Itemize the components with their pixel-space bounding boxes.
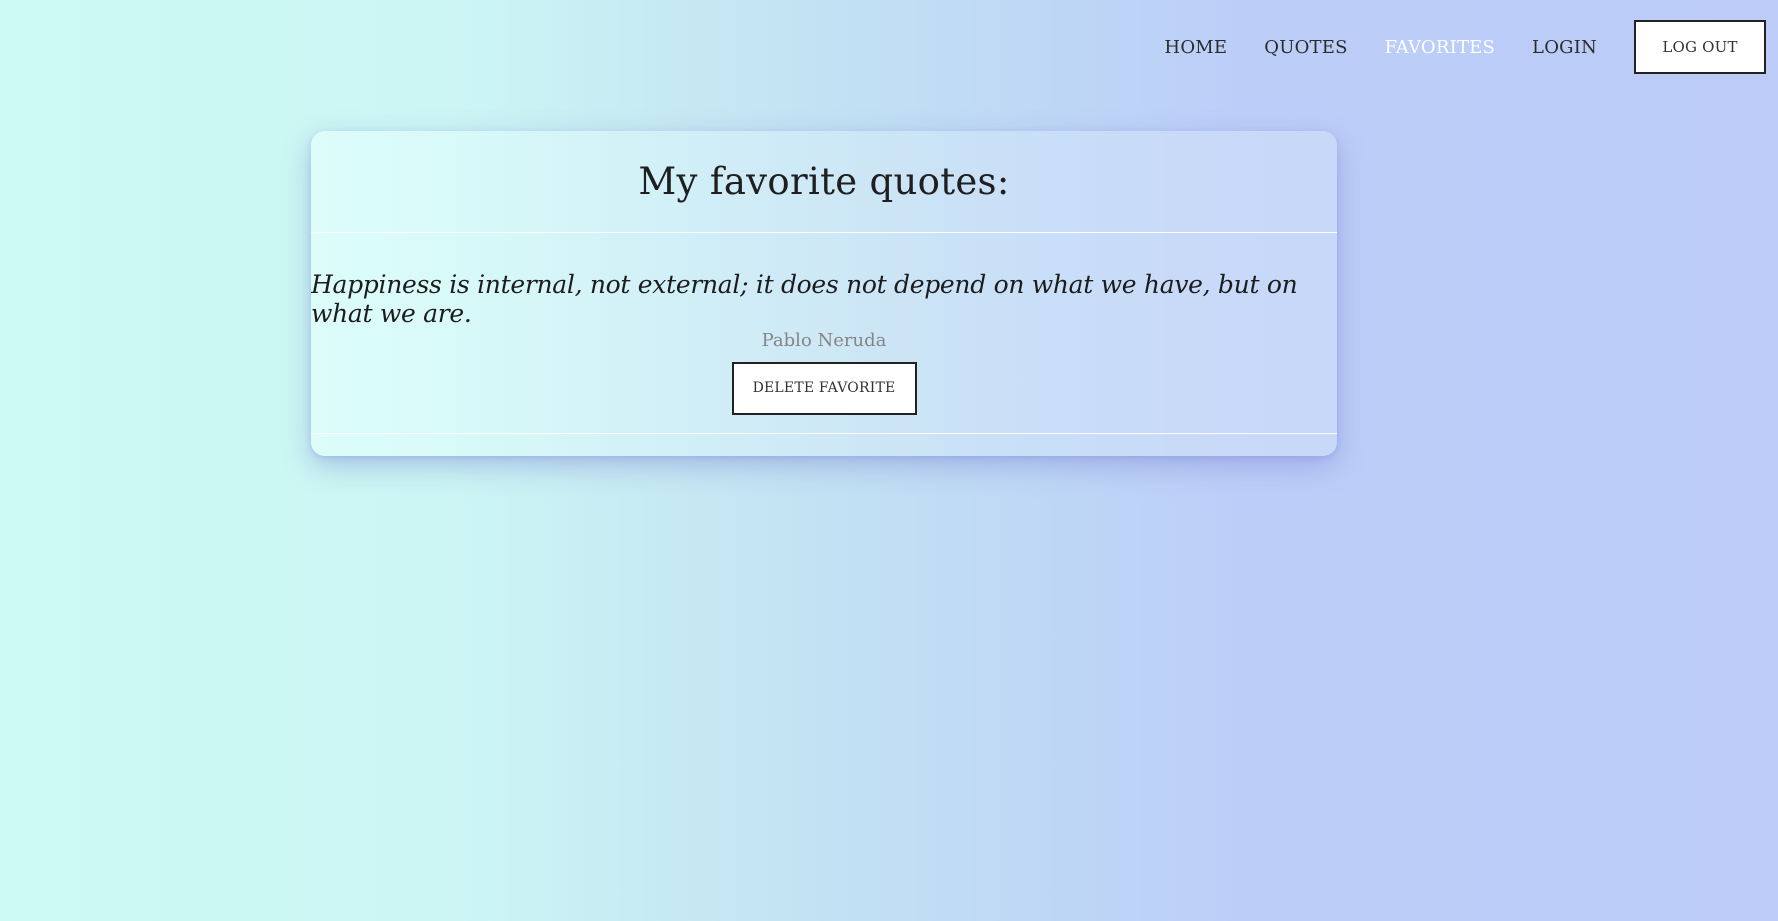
quote-text: Happiness is internal, not external; it …: [311, 270, 1298, 328]
card-header: My favorite quotes:: [311, 131, 1337, 233]
page-title: My favorite quotes:: [638, 160, 1010, 203]
quote-item: Happiness is internal, not external; it …: [311, 233, 1337, 434]
nav-link-login[interactable]: LOGIN: [1532, 37, 1597, 58]
quote-author: Pablo Neruda: [761, 329, 887, 351]
nav-link-quotes[interactable]: QUOTES: [1264, 37, 1347, 58]
favorites-card: My favorite quotes: Happiness is interna…: [311, 131, 1337, 456]
nav-link-favorites[interactable]: FAVORITES: [1385, 37, 1495, 58]
nav-link-home[interactable]: HOME: [1164, 37, 1227, 58]
delete-favorite-button[interactable]: DELETE FAVORITE: [731, 361, 917, 415]
top-navigation: HOME QUOTES FAVORITES LOGIN LOG OUT: [1164, 20, 1766, 74]
logout-button[interactable]: LOG OUT: [1634, 20, 1766, 74]
